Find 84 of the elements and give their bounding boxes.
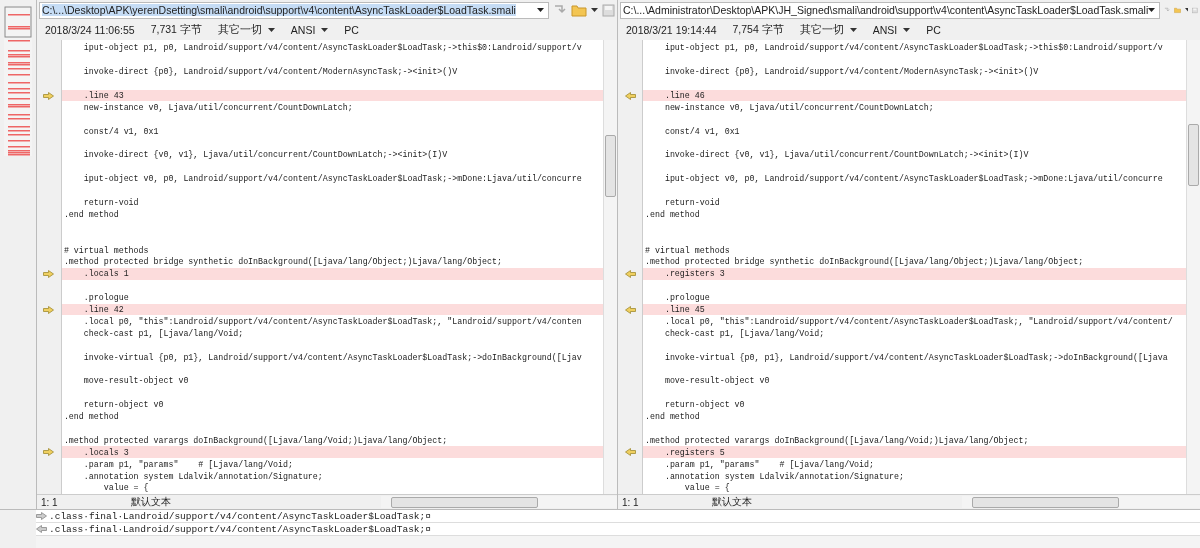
code-line: iput-object p1, p0, Landroid/support/v4/content/AsyncTaskLoader$LoadTask;->this$0:Landroid/support/v — [82, 43, 582, 53]
code-line: .param p1, "params" # [Ljava/lang/Void; — [663, 459, 875, 469]
horizontal-scrollbar[interactable] — [380, 496, 617, 508]
code-line: new-instance v0, Ljava/util/concurrent/CountDownLatch; — [663, 102, 934, 112]
code-line: .end method — [645, 412, 700, 422]
line-ending-button[interactable]: PC — [926, 24, 941, 36]
code-line: .end method — [63, 209, 119, 219]
code-line: const/4 v1, 0x1 — [663, 126, 740, 136]
caret-icon[interactable] — [321, 28, 329, 32]
cursor-position: 1: 1 — [39, 496, 59, 508]
code-line: .line 46 — [663, 91, 705, 100]
file-size: 7,731 字节 — [150, 23, 202, 37]
horizontal-scrollbar[interactable] — [36, 536, 1200, 548]
code-line: .end method — [63, 412, 119, 422]
code-line: iput-object v0, p0, Landroid/support/v4/content/AsyncTaskLoader$LoadTask;->mDone:Ljava/util/concurre — [82, 174, 582, 184]
code-line: .line 42 — [82, 305, 124, 315]
caret-icon[interactable] — [591, 8, 598, 12]
code-line: .method protected varargs doInBackground([Ljava/lang/Void;)Ljava/lang/Object; — [63, 435, 448, 445]
code-line: # virtual methods — [63, 245, 149, 255]
encoding-dropdown[interactable]: ANSI — [872, 24, 911, 36]
file-size: 7,754 字节 — [732, 23, 784, 37]
code-line: const/4 v1, 0x1 — [82, 126, 159, 136]
code-line: .locals 1 — [82, 269, 129, 279]
code-line: invoke-virtual {p0, p1}, Landroid/support/v4/content/AsyncTaskLoader$LoadTask;->doInBackground([Ljav — [82, 352, 582, 362]
code-line: iput-object v0, p0, Landroid/support/v4/content/AsyncTaskLoader$LoadTask;->mDone:Ljava/util/concurre — [663, 174, 1163, 184]
code-line: value = { — [102, 483, 149, 493]
code-line: # virtual methods — [645, 245, 730, 255]
filter-dropdown[interactable]: 其它一切 — [217, 23, 275, 37]
file-date: 2018/3/21 19:14:44 — [626, 24, 717, 36]
code-line: invoke-direct {p0}, Landroid/support/v4/content/ModernAsyncTask;-><init>()V — [663, 67, 1039, 77]
compare-line-text: .class·final·Landroid/support/v4/content/AsyncTaskLoader$LoadTask;¤ — [49, 510, 431, 522]
code-line: .registers 5 — [663, 447, 725, 457]
code-line: return-void — [82, 198, 139, 207]
vertical-scrollbar[interactable] — [1186, 40, 1200, 494]
code-line: move-result-object v0 — [82, 376, 189, 386]
horizontal-scrollbar[interactable] — [962, 496, 1200, 508]
encoding-dropdown[interactable]: ANSI — [290, 24, 329, 36]
code-line: .locals 3 — [82, 447, 129, 457]
difference-overview-drawing[interactable] — [4, 6, 32, 156]
code-line: .local p0, "this":Landroid/support/v4/content/AsyncTaskLoader$LoadTask;, "Landroid/support/v4/content/ — [663, 316, 1173, 326]
code-line: .prologue — [663, 293, 710, 303]
code-line: .line 45 — [663, 305, 705, 315]
left-arrow-icon — [36, 525, 47, 533]
caret-icon[interactable] — [903, 28, 911, 32]
code-line: iput-object p1, p0, Landroid/support/v4/content/AsyncTaskLoader$LoadTask;->this$0:Landroid/support/v — [663, 43, 1163, 53]
file-date: 2018/3/24 11:06:55 — [44, 24, 135, 36]
code-line: .registers 3 — [663, 269, 725, 279]
code-line: return-void — [663, 198, 720, 207]
caret-icon[interactable] — [1148, 8, 1156, 12]
file-path-field[interactable]: C:\...\Administrator\Desktop\APK\JH_Signed\smali\android\support\v4\content\AsyncTaskLoader$LoadTask.smali — [620, 1, 1161, 19]
filter-dropdown[interactable]: 其它一切 — [799, 23, 857, 37]
code-line: invoke-direct {v0, v1}, Ljava/util/concurrent/CountDownLatch;-><init>(I)V — [663, 150, 1029, 160]
code-line: move-result-object v0 — [663, 376, 770, 386]
code-line: check-cast p1, [Ljava/lang/Void; — [82, 328, 244, 338]
code-line: invoke-virtual {p0, p1}, Landroid/support/v4/content/AsyncTaskLoader$LoadTask;->doInBackground([Ljava — [663, 352, 1168, 362]
code-line: .param p1, "params" # [Ljava/lang/Void; — [82, 459, 293, 469]
code-line: .line 43 — [82, 91, 124, 100]
code-line: check-cast p1, [Ljava/lang/Void; — [663, 328, 825, 338]
code-line: invoke-direct {v0, v1}, Ljava/util/concurrent/CountDownLatch;-><init>(I)V — [82, 150, 448, 160]
syntax-label: 默认文本 — [712, 495, 753, 509]
file-path-field[interactable]: C:\...\Desktop\APK\yerenDsetting\smali\android\support\v4\content\AsyncTaskLoader$LoadTask.smali — [38, 1, 549, 19]
code-line: value = { — [683, 483, 730, 493]
code-line: .local p0, "this":Landroid/support/v4/content/AsyncTaskLoader$LoadTask;, "Landroid/support/v4/conten — [82, 316, 582, 326]
caret-icon[interactable] — [267, 28, 275, 32]
code-line: return-object v0 — [663, 400, 745, 410]
code-line: .method protected bridge synthetic doInBackground([Ljava/lang/Object;)Ljava/lang/Object; — [63, 257, 503, 267]
code-line: return-object v0 — [82, 400, 164, 410]
code-line: .annotation system Ldalvik/annotation/Signature; — [663, 471, 904, 481]
code-line: new-instance v0, Ljava/util/concurrent/CountDownLatch; — [82, 102, 353, 112]
cursor-position: 1: 1 — [621, 496, 640, 508]
caret-icon[interactable] — [537, 8, 544, 12]
code-line: .annotation system Ldalvik/annotation/Signature; — [82, 471, 323, 481]
code-line: .prologue — [82, 293, 129, 303]
line-ending-button[interactable]: PC — [344, 24, 359, 36]
right-arrow-icon — [36, 512, 47, 520]
code-line: .method protected varargs doInBackground([Ljava/lang/Void;)Ljava/lang/Object; — [645, 435, 1029, 445]
code-line: invoke-direct {p0}, Landroid/support/v4/content/ModernAsyncTask;-><init>()V — [82, 67, 458, 77]
syntax-label: 默认文本 — [130, 495, 172, 509]
caret-icon[interactable] — [849, 28, 857, 32]
caret-icon[interactable] — [1185, 8, 1189, 12]
vertical-scrollbar[interactable] — [603, 40, 617, 494]
code-line: .end method — [645, 209, 700, 219]
code-line: .method protected bridge synthetic doInBackground([Ljava/lang/Object;)Ljava/lang/Object; — [645, 257, 1084, 267]
compare-line-text: .class·final·Landroid/support/v4/content/AsyncTaskLoader$LoadTask;¤ — [49, 523, 431, 535]
